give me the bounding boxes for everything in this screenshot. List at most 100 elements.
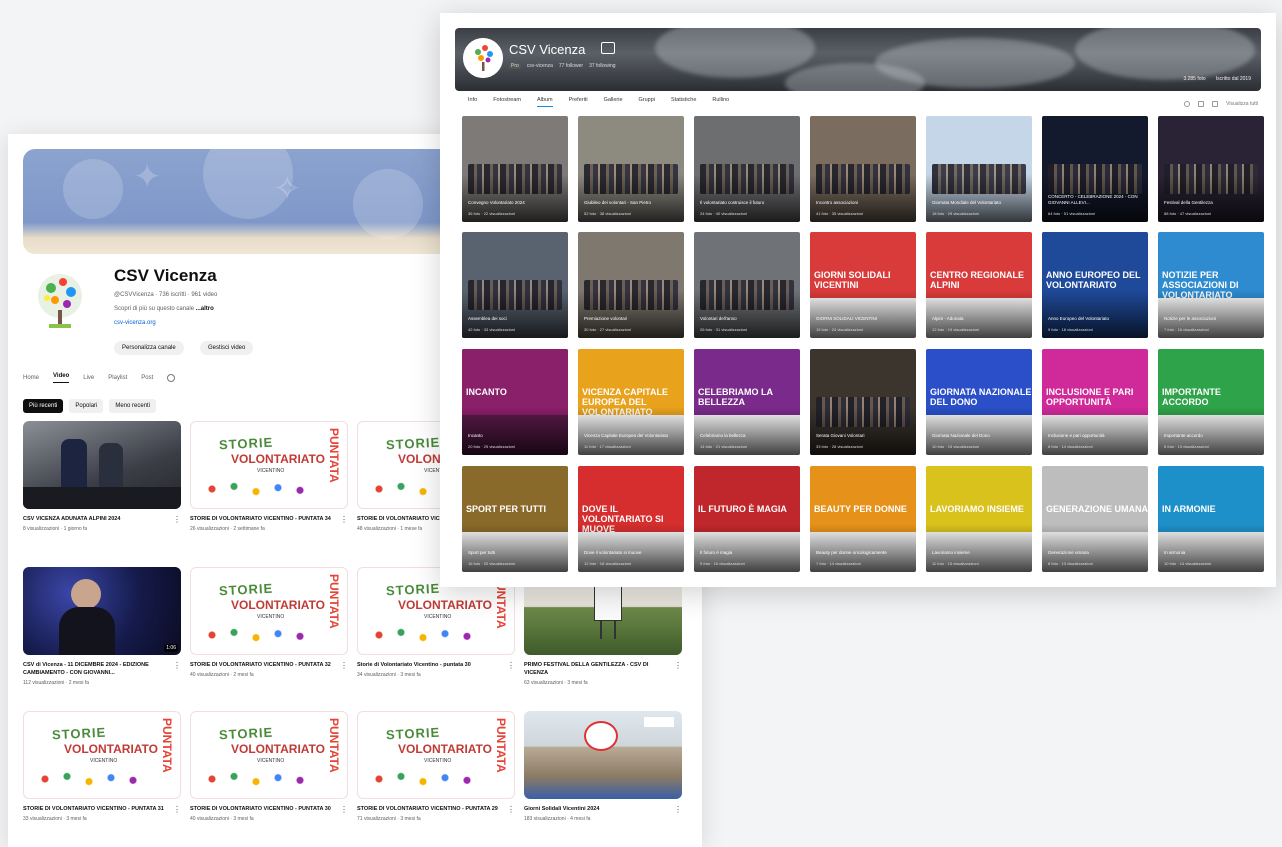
search-icon[interactable] (167, 374, 176, 382)
album-card[interactable]: IMPORTANTE ACCORDO Importante accordo 6 fo… (1158, 349, 1264, 455)
album-title[interactable]: Serata Giovani Volontari (816, 433, 910, 439)
tab-home[interactable]: Home (23, 375, 39, 381)
album-title[interactable]: Premiazione volontari (584, 316, 678, 322)
more-options-icon[interactable]: ⋮ (173, 661, 181, 670)
album-card[interactable]: Giubileo dei volontari - San Pietro 52 fo… (578, 116, 684, 222)
video-thumbnail[interactable]: STORIE VOLONTARIATO VICENTINO PUNTATA (190, 567, 348, 655)
grid-icon[interactable] (1212, 101, 1219, 107)
manage-videos-button[interactable]: Gestisci video (200, 341, 254, 355)
album-card[interactable]: GENERAZIONE UMANA Generazione umana 8 foto… (1042, 466, 1148, 572)
album-title[interactable]: Assemblea dei soci (468, 316, 562, 322)
album-title[interactable]: Giornata Mondiale del Volontariato (932, 200, 1026, 206)
channel-logo[interactable] (31, 270, 89, 334)
video-card[interactable]: STORIE VOLONTARIATO VICENTINO PUNTATA ST… (190, 711, 348, 822)
album-title[interactable]: Anno Europeo del Volontariato (1048, 316, 1142, 322)
album-card[interactable]: GIORNI SOLIDALI VICENTINI GIORNI SOLIDALI… (810, 232, 916, 338)
more-options-icon[interactable]: ⋮ (507, 805, 515, 814)
album-card[interactable]: Premiazione volontari 30 foto · 27 visual… (578, 232, 684, 338)
video-title[interactable]: STORIE DI VOLONTARIATO VICENTINO - PUNTA… (190, 805, 348, 813)
video-thumbnail[interactable] (524, 711, 682, 799)
album-title[interactable]: Sport per tutti (468, 550, 562, 556)
video-title[interactable]: Storie di Volontariato Vicentino - punta… (357, 661, 515, 669)
description-more[interactable]: ...altro (196, 306, 214, 312)
tab-post[interactable]: Post (141, 375, 153, 381)
video-thumbnail[interactable]: 1:06 (23, 567, 181, 655)
tab-rullino[interactable]: Rullino (712, 97, 729, 107)
video-card[interactable]: STORIE VOLONTARIATO VICENTINO PUNTATA ST… (190, 567, 348, 678)
video-title[interactable]: CSV di Vicenza - 11 DICEMBRE 2024 - EDIZ… (23, 661, 181, 677)
album-title[interactable]: Volontari dell'anno (700, 316, 794, 322)
tab-live[interactable]: Live (83, 375, 94, 381)
video-card[interactable]: Giorni Solidali Vicentini 2024 183 visua… (524, 711, 682, 822)
album-title[interactable]: Dove il volontariato si muove (584, 550, 678, 556)
album-card[interactable]: Volontari dell'anno 26 foto · 31 visualiz… (694, 232, 800, 338)
channel-link[interactable]: csv-vicenza.org (114, 320, 156, 326)
more-options-icon[interactable]: ⋮ (173, 515, 181, 524)
video-card[interactable]: CSV VICENZA ADUNATA ALPINI 2024 8 visual… (23, 421, 181, 532)
album-card[interactable]: Incontro associazioni 41 foto · 35 visual… (810, 116, 916, 222)
customize-channel-button[interactable]: Personalizza canale (114, 341, 184, 355)
album-card[interactable]: Il volontariato costruisce il futuro 24 f… (694, 116, 800, 222)
album-title[interactable]: Generazione umana (1048, 550, 1142, 556)
album-title[interactable]: Lavoriamo insieme (932, 550, 1026, 556)
album-title[interactable]: Inclusione e pari opportunità (1048, 433, 1142, 439)
album-title[interactable]: Celebriamo la bellezza (700, 433, 794, 439)
album-card[interactable]: Festival della Gentilezza 88 foto · 47 vi… (1158, 116, 1264, 222)
album-card[interactable]: Serata Giovani Volontari 33 foto · 28 vis… (810, 349, 916, 455)
video-card[interactable]: STORIE VOLONTARIATO VICENTINO PUNTATA ST… (357, 711, 515, 822)
album-title[interactable]: Incontro associazioni (816, 200, 910, 206)
album-title[interactable]: In armonia (1164, 550, 1258, 556)
tab-info[interactable]: Info (468, 97, 477, 107)
video-title[interactable]: STORIE DI VOLONTARIATO VICENTINO - PUNTA… (190, 661, 348, 669)
tab-preferiti[interactable]: Preferiti (569, 97, 588, 107)
album-title[interactable]: Alpini - Adunata (932, 316, 1026, 322)
album-card[interactable]: NOTIZIE PER ASSOCIAZIONI DI VOLONTARIATO… (1158, 232, 1264, 338)
album-card[interactable]: VICENZA CAPITALE EUROPEA DEL VOLONTARIAT… (578, 349, 684, 455)
album-card[interactable]: CENTRO REGIONALE ALPINI Alpini - Adunata 1… (926, 232, 1032, 338)
more-options-icon[interactable]: ⋮ (340, 515, 348, 524)
album-title[interactable]: Notizie per le associazioni (1164, 316, 1258, 322)
video-card[interactable]: STORIE VOLONTARIATO VICENTINO PUNTATA ST… (190, 421, 348, 532)
album-title[interactable]: CONCERTO - CELEBRAZIONE 2024 - CON GIOVA… (1048, 194, 1142, 206)
album-card[interactable]: SPORT PER TUTTI Sport per tutti 16 foto · … (462, 466, 568, 572)
tab-fotostream[interactable]: Fotostream (493, 97, 521, 107)
album-card[interactable]: DOVE IL VOLONTARIATO SI MUOVEDove il vol… (578, 466, 684, 572)
tab-gruppi[interactable]: Gruppi (639, 97, 656, 107)
more-options-icon[interactable]: ⋮ (674, 661, 682, 670)
filter-popular[interactable]: Popolari (69, 399, 104, 413)
video-title[interactable]: STORIE DI VOLONTARIATO VICENTINO - PUNTA… (23, 805, 181, 813)
more-options-icon[interactable]: ⋮ (507, 661, 515, 670)
album-title[interactable]: Convegno Volontariato 2024 (468, 200, 562, 206)
album-title[interactable]: GIORNI SOLIDALI VICENTINI (816, 316, 910, 322)
album-title[interactable]: Beauty per donne oncologicamente (816, 550, 910, 556)
video-card[interactable]: 1:06 CSV di Vicenza - 11 DICEMBRE 2024 -… (23, 567, 181, 686)
video-card[interactable]: STORIE VOLONTARIATO VICENTINO PUNTATA ST… (23, 711, 181, 822)
following-count[interactable]: 37 following (589, 63, 615, 69)
more-options-icon[interactable]: ⋮ (340, 805, 348, 814)
album-title[interactable]: Importante accordo (1164, 433, 1258, 439)
sort-icon[interactable] (1198, 101, 1205, 107)
filter-recent[interactable]: Più recenti (23, 399, 64, 413)
album-card[interactable]: GIORNATA NAZIONALE DEL DONO Giornata Nazi… (926, 349, 1032, 455)
search-icon[interactable] (1184, 101, 1191, 107)
album-title[interactable]: Giubileo dei volontari - San Pietro (584, 200, 678, 206)
album-title[interactable]: Il volontariato costruisce il futuro (700, 200, 794, 206)
album-title[interactable]: Vicenza Capitale Europea del Volontariat… (584, 433, 678, 439)
tab-gallerie[interactable]: Gallerie (604, 97, 623, 107)
profile-avatar[interactable] (463, 38, 503, 78)
album-title[interactable]: Festival della Gentilezza (1164, 200, 1258, 206)
album-card[interactable]: INCLUSIONE E PARI OPPORTUNITÀ Inclusione … (1042, 349, 1148, 455)
more-options-icon[interactable]: ⋮ (340, 661, 348, 670)
album-card[interactable]: IN ARMONIE In armonia 10 foto · 14 visuali… (1158, 466, 1264, 572)
album-card[interactable]: CELEBRIAMO LA BELLEZZA Celebriamo la bell… (694, 349, 800, 455)
tab-video[interactable]: Video (53, 373, 70, 383)
album-card[interactable]: LAVORIAMO INSIEME Lavoriamo insieme 11 fot… (926, 466, 1032, 572)
tab-album[interactable]: Album (537, 97, 553, 107)
album-card[interactable]: IL FUTURO È MAGIA Il futuro è magia 9 foto… (694, 466, 800, 572)
video-thumbnail[interactable] (23, 421, 181, 509)
album-card[interactable]: ANNO EUROPEO DEL VOLONTARIATO Anno Europe… (1042, 232, 1148, 338)
video-title[interactable]: Giorni Solidali Vicentini 2024 (524, 805, 682, 813)
album-card[interactable]: Assemblea dei soci 42 foto · 33 visualizz… (462, 232, 568, 338)
video-thumbnail[interactable]: STORIE VOLONTARIATO VICENTINO PUNTATA (190, 421, 348, 509)
album-title[interactable]: Il futuro è magia (700, 550, 794, 556)
